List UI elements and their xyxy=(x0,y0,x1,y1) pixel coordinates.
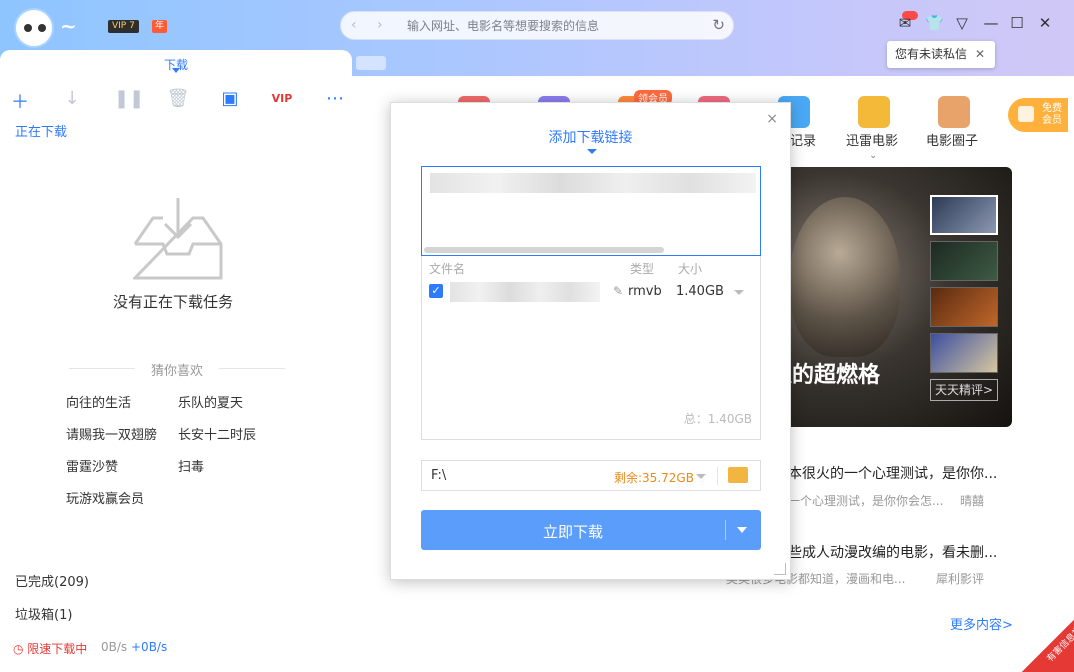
up-speed: +0B/s xyxy=(131,640,168,654)
edit-icon[interactable]: ✎ xyxy=(613,284,623,298)
search-input[interactable] xyxy=(407,17,697,35)
year-badge: 年 xyxy=(152,20,168,33)
forward-icon[interactable]: › xyxy=(377,17,383,33)
banner-thumb[interactable] xyxy=(930,241,998,281)
empty-inbox-icon xyxy=(133,198,223,280)
vip-icon[interactable]: VIP xyxy=(270,92,294,105)
banner-thumb[interactable] xyxy=(930,333,998,373)
news-author[interactable]: 犀利影评 xyxy=(936,570,984,587)
movie-banner[interactable]: 人的超燃格 天天精评> xyxy=(760,167,1012,427)
chevron-down-icon xyxy=(587,149,597,154)
free-space: 剩余:35.72GB xyxy=(614,471,694,485)
banner-thumb[interactable] xyxy=(930,195,998,235)
suggestion-item[interactable]: 向往的生活 xyxy=(66,392,131,411)
blurred-filename xyxy=(450,282,600,302)
col-name-header: 文件名 xyxy=(429,262,466,276)
skin-icon[interactable]: 👕 xyxy=(925,14,944,32)
path-value: F:\ xyxy=(431,468,447,483)
address-bar[interactable]: ‹ › ↻ xyxy=(340,11,734,40)
dialog-title: 添加下载链接 xyxy=(548,130,633,146)
path-dropdown-icon[interactable] xyxy=(696,474,706,479)
news-author[interactable]: 晴囍 xyxy=(960,492,984,509)
report-label: 有害信息举报 xyxy=(1045,618,1074,665)
gift-icon xyxy=(1018,106,1034,122)
down-speed: 0B/s xyxy=(101,640,128,654)
movie-icon[interactable] xyxy=(858,96,890,128)
circle-icon[interactable] xyxy=(938,96,970,128)
message-icon[interactable]: ✉ xyxy=(896,14,914,32)
save-path[interactable]: F:\ 剩余:35.72GB xyxy=(421,460,761,491)
suggestion-item[interactable]: 玩游戏赢会员 xyxy=(66,488,144,507)
suggestion-item[interactable]: 长安十二时辰 xyxy=(178,424,256,443)
suggestion-item[interactable]: 雷霆沙赞 xyxy=(66,456,118,475)
banner-thumb[interactable] xyxy=(930,287,998,327)
suggestion-item[interactable]: 乐队的夏天 xyxy=(178,392,243,411)
dialog-close-icon[interactable]: × xyxy=(766,111,778,127)
col-size-header: 大小 xyxy=(678,262,703,276)
app-label-history[interactable]: 记录 xyxy=(790,130,816,149)
chevron-down-icon[interactable]: ⌄ xyxy=(869,150,877,161)
col-type-header: 类型 xyxy=(630,262,655,276)
file-type: rmvb xyxy=(628,284,662,299)
download-arrow-icon[interactable]: ↓ xyxy=(60,88,84,109)
download-options-icon[interactable] xyxy=(737,527,747,533)
trash-section[interactable]: 垃圾箱(1) xyxy=(15,604,72,623)
mobile-icon[interactable]: ▣ xyxy=(218,88,242,109)
suggestion-item[interactable]: 扫毒 xyxy=(178,456,204,475)
add-download-dialog: × 添加下载链接 文件名 类型 大小 ✓ ✎ rmvb 1.40GB 总：1.4… xyxy=(390,102,791,580)
maximize-icon[interactable]: ☐ xyxy=(1008,14,1026,32)
tab-download[interactable]: 下载 xyxy=(0,50,352,78)
divider xyxy=(717,467,718,485)
speed-limit-label: 限速下载中 xyxy=(27,642,88,656)
url-input[interactable] xyxy=(421,166,761,256)
completed-section[interactable]: 已完成(209) xyxy=(15,571,89,590)
news-title[interactable]: 些成人动漫改编的电影，看未删... xyxy=(788,542,997,562)
tab-browser[interactable] xyxy=(356,56,386,70)
empty-state-text: 没有正在下载任务 xyxy=(113,293,234,311)
free-member-button[interactable]: 免费 会员 xyxy=(1008,98,1068,132)
app-logo[interactable] xyxy=(14,8,54,48)
file-dropdown-icon[interactable] xyxy=(734,290,744,295)
file-list: 文件名 类型 大小 ✓ ✎ rmvb 1.40GB 总：1.40GB xyxy=(421,256,761,440)
total-size: 总：1.40GB xyxy=(683,412,752,426)
app-label-circle[interactable]: 电影圈子 xyxy=(926,130,978,149)
divider xyxy=(725,520,726,540)
back-icon[interactable]: ‹ xyxy=(351,17,357,33)
pause-icon[interactable]: ❚❚ xyxy=(114,88,144,109)
free-member-label: 免费 会员 xyxy=(1042,103,1062,126)
file-checkbox[interactable]: ✓ xyxy=(429,284,443,298)
add-icon[interactable]: ＋ xyxy=(8,88,32,114)
delete-icon[interactable]: 🗑 xyxy=(166,88,190,109)
banner-more-button[interactable]: 天天精评> xyxy=(930,379,998,401)
folder-icon[interactable] xyxy=(728,467,748,483)
speed-limit-status[interactable]: ◷ 限速下载中 xyxy=(13,640,87,657)
close-icon[interactable]: ✕ xyxy=(1036,14,1054,32)
refresh-icon[interactable]: ↻ xyxy=(712,16,725,34)
banner-image xyxy=(790,197,900,357)
more-content-link[interactable]: 更多内容> xyxy=(950,614,1013,633)
download-now-button[interactable]: 立即下载 xyxy=(421,510,761,550)
guess-title: 猜你喜欢 xyxy=(69,360,285,379)
report-badge[interactable]: 有害信息举报 xyxy=(1022,612,1074,672)
user-name-script: ~ xyxy=(60,14,77,38)
news-title[interactable]: 本很火的一个心理测试，是你你... xyxy=(788,463,997,483)
file-size: 1.40GB xyxy=(676,284,724,299)
horizontal-scrollbar[interactable] xyxy=(424,247,664,253)
blurred-url xyxy=(430,173,756,193)
tab-chevron-icon xyxy=(172,68,180,73)
suggestion-item[interactable]: 请赐我一双翅膀 xyxy=(66,424,157,443)
news-sub: 一个心理测试，是你你会怎... xyxy=(788,494,944,508)
menu-icon[interactable]: ▽ xyxy=(953,14,971,32)
more-icon[interactable]: ⋯ xyxy=(323,88,347,109)
tooltip-close-icon[interactable]: ✕ xyxy=(975,41,985,68)
resize-handle[interactable] xyxy=(774,563,786,575)
minimize-icon[interactable]: — xyxy=(982,14,1000,32)
downloading-section[interactable]: 正在下载 xyxy=(15,121,67,140)
speed-readout: 0B/s +0B/s xyxy=(101,640,167,654)
tooltip-text: 您有未读私信 xyxy=(895,47,968,61)
app-label-movie[interactable]: 迅雷电影 xyxy=(846,130,898,149)
unread-tooltip: 您有未读私信 ✕ xyxy=(887,41,995,68)
vip-badge[interactable]: VIP 7 xyxy=(108,20,139,33)
download-now-label: 立即下载 xyxy=(542,523,603,541)
